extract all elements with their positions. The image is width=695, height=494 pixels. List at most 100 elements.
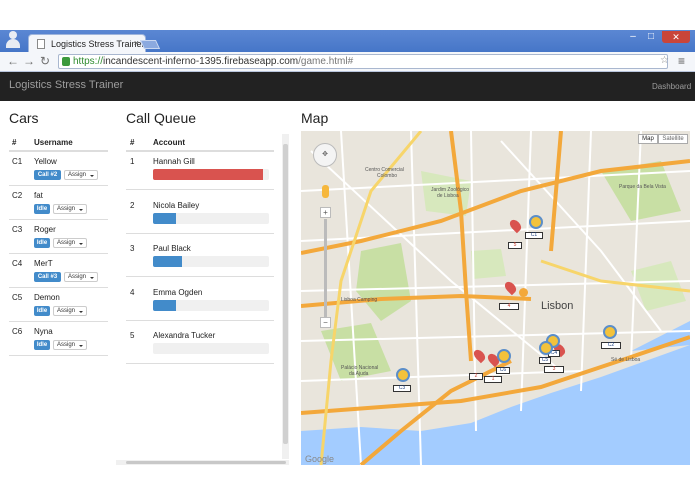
car-row-divider — [9, 287, 108, 288]
queue-row-divider — [126, 319, 274, 321]
dashboard-link[interactable]: Dashboard — [652, 82, 691, 91]
car-marker-c2[interactable] — [603, 325, 617, 339]
map-graphic: Centro Comercial Colombo Jardim Zoológic… — [301, 131, 690, 465]
assign-dropdown[interactable]: Assign — [53, 306, 87, 316]
queue-row-account: Hannah Gill — [153, 157, 195, 166]
svg-text:Colombo: Colombo — [377, 173, 397, 179]
queue-row-num: 3 — [130, 244, 135, 253]
caret-down-icon — [90, 175, 94, 177]
map-type-satellite-button[interactable]: Satellite — [658, 134, 688, 144]
address-bar[interactable]: https://incandescent-inferno-1395.fireba… — [58, 54, 668, 69]
assign-dropdown[interactable]: Assign — [64, 170, 98, 180]
cars-col-num: # — [12, 138, 17, 147]
queue-row-account: Nicola Bailey — [153, 200, 200, 210]
maximize-button[interactable]: □ — [643, 31, 659, 43]
zoom-in-button[interactable]: + — [320, 207, 331, 218]
caret-down-icon — [79, 209, 83, 211]
url-scheme: https:// — [73, 56, 104, 67]
close-window-button[interactable]: ✕ — [662, 31, 690, 43]
assign-dropdown-label: Assign — [68, 172, 87, 178]
car-row-divider — [9, 219, 108, 220]
assign-dropdown[interactable]: Assign — [64, 272, 98, 282]
queue-col-num: # — [130, 138, 135, 147]
queue-row-num: 5 — [130, 331, 135, 340]
queue-row-num: 4 — [130, 287, 135, 297]
queue-progress-bar — [153, 212, 269, 224]
browser-tab[interactable]: Logistics Stress Trainer × — [28, 34, 146, 52]
car-marker-label-c3: C3 — [393, 385, 411, 392]
car-status-badge: Idle — [34, 306, 50, 316]
car-marker-c5[interactable] — [539, 341, 553, 355]
minimize-button[interactable]: – — [625, 31, 641, 43]
car-marker-label-c1: C1 — [525, 232, 543, 239]
queue-row-divider — [126, 189, 274, 190]
map-pan-control[interactable]: ✥ — [313, 143, 337, 167]
svg-text:de Lisboa: de Lisboa — [437, 193, 459, 199]
assign-dropdown-label: Assign — [68, 274, 87, 280]
queue-horizontal-scrollbar[interactable] — [116, 460, 289, 465]
url-path: /game.html# — [298, 56, 354, 67]
map-place-camping: Lisboa Camping — [341, 297, 377, 303]
queue-progress-fill — [153, 299, 177, 311]
car-status-badge: Idle — [34, 204, 50, 214]
queue-col-account: Account — [153, 138, 185, 147]
queue-progress-fill — [153, 212, 177, 224]
map-city-label: Lisbon — [541, 300, 573, 312]
car-marker-c3[interactable] — [396, 368, 410, 382]
cars-title: Cars — [9, 110, 39, 126]
map-canvas[interactable]: Centro Comercial Colombo Jardim Zoológic… — [301, 131, 690, 465]
car-row-username: Demon — [34, 293, 60, 302]
queue-progress-bar — [153, 169, 269, 180]
car-row-username: fat — [34, 191, 43, 200]
assign-dropdown-label: Assign — [57, 342, 76, 348]
call-marker-label-2: 2 — [469, 373, 483, 380]
car-marker-c1[interactable] — [529, 215, 543, 229]
bookmark-star-icon[interactable]: ☆ — [660, 55, 669, 66]
car-status-badge: Idle — [34, 238, 50, 248]
pegman-icon[interactable] — [322, 185, 329, 198]
page-icon — [37, 39, 45, 49]
queue-row-divider — [126, 276, 274, 277]
menu-icon[interactable]: ≡ — [678, 54, 685, 68]
cars-header-divider — [9, 150, 108, 152]
caret-down-icon — [90, 277, 94, 279]
queue-row-account: Paul Black — [153, 244, 191, 253]
map-type-map-button[interactable]: Map — [638, 134, 658, 144]
assign-dropdown-label: Assign — [57, 206, 76, 212]
assign-dropdown[interactable]: Assign — [53, 238, 87, 248]
call-marker-label-3: 3 — [544, 366, 564, 373]
assign-dropdown[interactable]: Assign — [53, 204, 87, 214]
queue-header-divider — [126, 150, 274, 152]
car-row-username: Yellow — [34, 157, 57, 166]
caret-down-icon — [79, 243, 83, 245]
car-marker-label-c2: C2 — [601, 342, 621, 349]
car-marker-label-c5: C5 — [539, 357, 551, 364]
car-row-id: C2 — [12, 191, 23, 200]
reload-icon[interactable]: ↻ — [38, 54, 52, 68]
car-marker-c6[interactable] — [497, 349, 511, 363]
car-row-username: Roger — [34, 225, 56, 234]
zoom-out-button[interactable]: − — [320, 317, 331, 328]
car-status-badge: Idle — [34, 340, 50, 350]
profile-icon[interactable] — [6, 31, 20, 48]
cars-col-username: Username — [34, 138, 73, 147]
caret-down-icon — [79, 345, 83, 347]
assign-dropdown[interactable]: Assign — [53, 340, 87, 350]
forward-icon[interactable]: → — [22, 54, 36, 68]
car-row-id: C1 — [12, 157, 23, 166]
queue-row-num: 1 — [130, 157, 135, 166]
queue-progress-fill — [153, 169, 264, 180]
car-row-divider — [9, 253, 108, 254]
app-brand[interactable]: Logistics Stress Trainer — [9, 79, 123, 91]
map-place-se: Sé de Lisboa — [611, 357, 640, 363]
lock-icon — [62, 57, 70, 66]
call-marker-label-4: 4 — [499, 303, 519, 310]
car-row-divider — [9, 185, 108, 186]
queue-vertical-scrollbar[interactable] — [282, 134, 289, 459]
call-marker-label-5: 5 — [508, 242, 522, 249]
back-icon[interactable]: ← — [6, 54, 20, 68]
queue-row-divider — [126, 363, 274, 364]
close-tab-icon[interactable]: × — [134, 38, 139, 48]
queue-row-account: Alexandra Tucker — [153, 331, 216, 340]
zoom-slider[interactable] — [324, 219, 327, 319]
